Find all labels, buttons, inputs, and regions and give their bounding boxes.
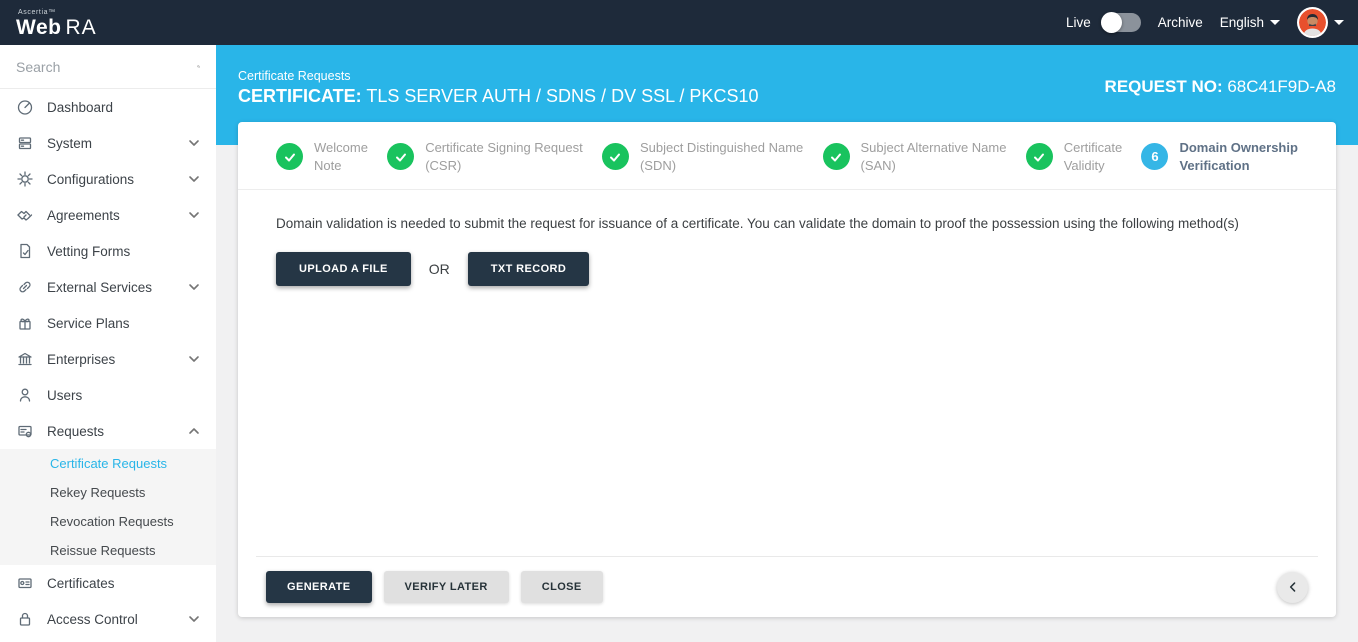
document-icon: [16, 242, 34, 260]
certificate-icon: [16, 574, 34, 592]
step-check-icon: [276, 143, 303, 170]
search-input[interactable]: [16, 59, 197, 75]
chevron-down-icon: [1270, 20, 1280, 25]
step-welcome-note[interactable]: WelcomeNote: [276, 139, 368, 174]
step-number-badge: 6: [1141, 143, 1168, 170]
validation-methods: UPLOAD A FILE OR TXT RECORD: [276, 252, 1298, 286]
chevron-down-icon: [188, 613, 200, 625]
sidebar-item-partial: [0, 637, 216, 642]
brand-ascertia: Ascertia™: [18, 9, 97, 16]
sidebar-search: [0, 45, 216, 89]
brand-webra: WebRA: [16, 17, 97, 38]
avatar[interactable]: [1297, 7, 1328, 38]
wizard-footer: GENERATE VERIFY LATER CLOSE: [256, 556, 1318, 617]
step-check-icon: [1026, 143, 1053, 170]
validation-description: Domain validation is needed to submit th…: [276, 216, 1298, 231]
step-check-icon: [387, 143, 414, 170]
sidebar-item-certificate-requests[interactable]: Certificate Requests: [0, 449, 216, 478]
toggle-knob[interactable]: [1101, 12, 1122, 33]
server-icon: [16, 134, 34, 152]
sidebar-item-certificates[interactable]: Certificates: [0, 565, 216, 601]
step-check-icon: [602, 143, 629, 170]
txt-record-button[interactable]: TXT RECORD: [468, 252, 590, 286]
sidebar-item-configurations[interactable]: Configurations: [0, 161, 216, 197]
handshake-icon: [16, 206, 34, 224]
sidebar-item-access-control[interactable]: Access Control: [0, 601, 216, 637]
sidebar-item-service-plans[interactable]: Service Plans: [0, 305, 216, 341]
chevron-down-icon: [188, 353, 200, 365]
chevron-down-icon: [188, 173, 200, 185]
dashboard-icon: [16, 98, 34, 116]
sidebar-item-dashboard[interactable]: Dashboard: [0, 89, 216, 125]
step-san[interactable]: Subject Alternative Name(SAN): [823, 139, 1007, 174]
language-selector[interactable]: English: [1220, 15, 1280, 30]
chevron-down-icon: [188, 209, 200, 221]
step-sdn[interactable]: Subject Distinguished Name(SDN): [602, 139, 803, 174]
upload-a-file-button[interactable]: UPLOAD A FILE: [276, 252, 411, 286]
lock-icon: [16, 610, 34, 628]
sidebar-item-vetting-forms[interactable]: Vetting Forms: [0, 233, 216, 269]
request-card-icon: [16, 422, 34, 440]
step-domain-ownership[interactable]: 6 Domain OwnershipVerification: [1141, 139, 1297, 174]
chevron-down-icon: [188, 281, 200, 293]
step-certificate-validity[interactable]: CertificateValidity: [1026, 139, 1123, 174]
sidebar-item-agreements[interactable]: Agreements: [0, 197, 216, 233]
sidebar-item-enterprises[interactable]: Enterprises: [0, 341, 216, 377]
avatar-face-icon: [1299, 9, 1326, 36]
close-button[interactable]: CLOSE: [521, 571, 603, 603]
sidebar-item-external-services[interactable]: External Services: [0, 269, 216, 305]
request-number: REQUEST NO: 68C41F9D-A8: [1105, 77, 1336, 97]
brand-logo: Ascertia™ WebRA: [16, 7, 97, 38]
sidebar-item-rekey-requests[interactable]: Rekey Requests: [0, 478, 216, 507]
user-icon: [16, 386, 34, 404]
or-label: OR: [429, 261, 450, 277]
archive-label: Archive: [1158, 15, 1203, 30]
link-icon: [16, 278, 34, 296]
live-archive-toggle[interactable]: [1101, 13, 1141, 32]
sidebar-item-users[interactable]: Users: [0, 377, 216, 413]
user-menu[interactable]: [1297, 7, 1344, 38]
sidebar-item-revocation-requests[interactable]: Revocation Requests: [0, 507, 216, 536]
search-icon[interactable]: [197, 58, 200, 75]
step-check-icon: [823, 143, 850, 170]
sidebar-item-requests[interactable]: Requests: [0, 413, 216, 449]
step-csr[interactable]: Certificate Signing Request(CSR): [387, 139, 583, 174]
sidebar-item-reissue-requests[interactable]: Reissue Requests: [0, 536, 216, 565]
chevron-down-icon: [1334, 20, 1344, 25]
step-content: Domain validation is needed to submit th…: [238, 190, 1336, 556]
previous-step-button[interactable]: [1277, 572, 1308, 603]
bank-icon: [16, 350, 34, 368]
sidebar: Dashboard System Configurations Agreemen…: [0, 45, 216, 642]
requests-submenu: Certificate Requests Rekey Requests Revo…: [0, 449, 216, 565]
chevron-up-icon: [188, 425, 200, 437]
wizard-stepper: WelcomeNote Certificate Signing Request(…: [238, 122, 1336, 190]
generate-button[interactable]: GENERATE: [266, 571, 372, 603]
gear-icon: [16, 170, 34, 188]
verify-later-button[interactable]: VERIFY LATER: [384, 571, 509, 603]
gift-icon: [16, 314, 34, 332]
sidebar-item-system[interactable]: System: [0, 125, 216, 161]
main-area: Certificate Requests CERTIFICATE: TLS SE…: [216, 45, 1358, 642]
chevron-left-icon: [1286, 580, 1300, 594]
live-label: Live: [1066, 15, 1091, 30]
chevron-down-icon: [188, 137, 200, 149]
top-bar: Ascertia™ WebRA Live Archive English: [0, 0, 1358, 45]
wizard-card: WelcomeNote Certificate Signing Request(…: [238, 122, 1336, 617]
